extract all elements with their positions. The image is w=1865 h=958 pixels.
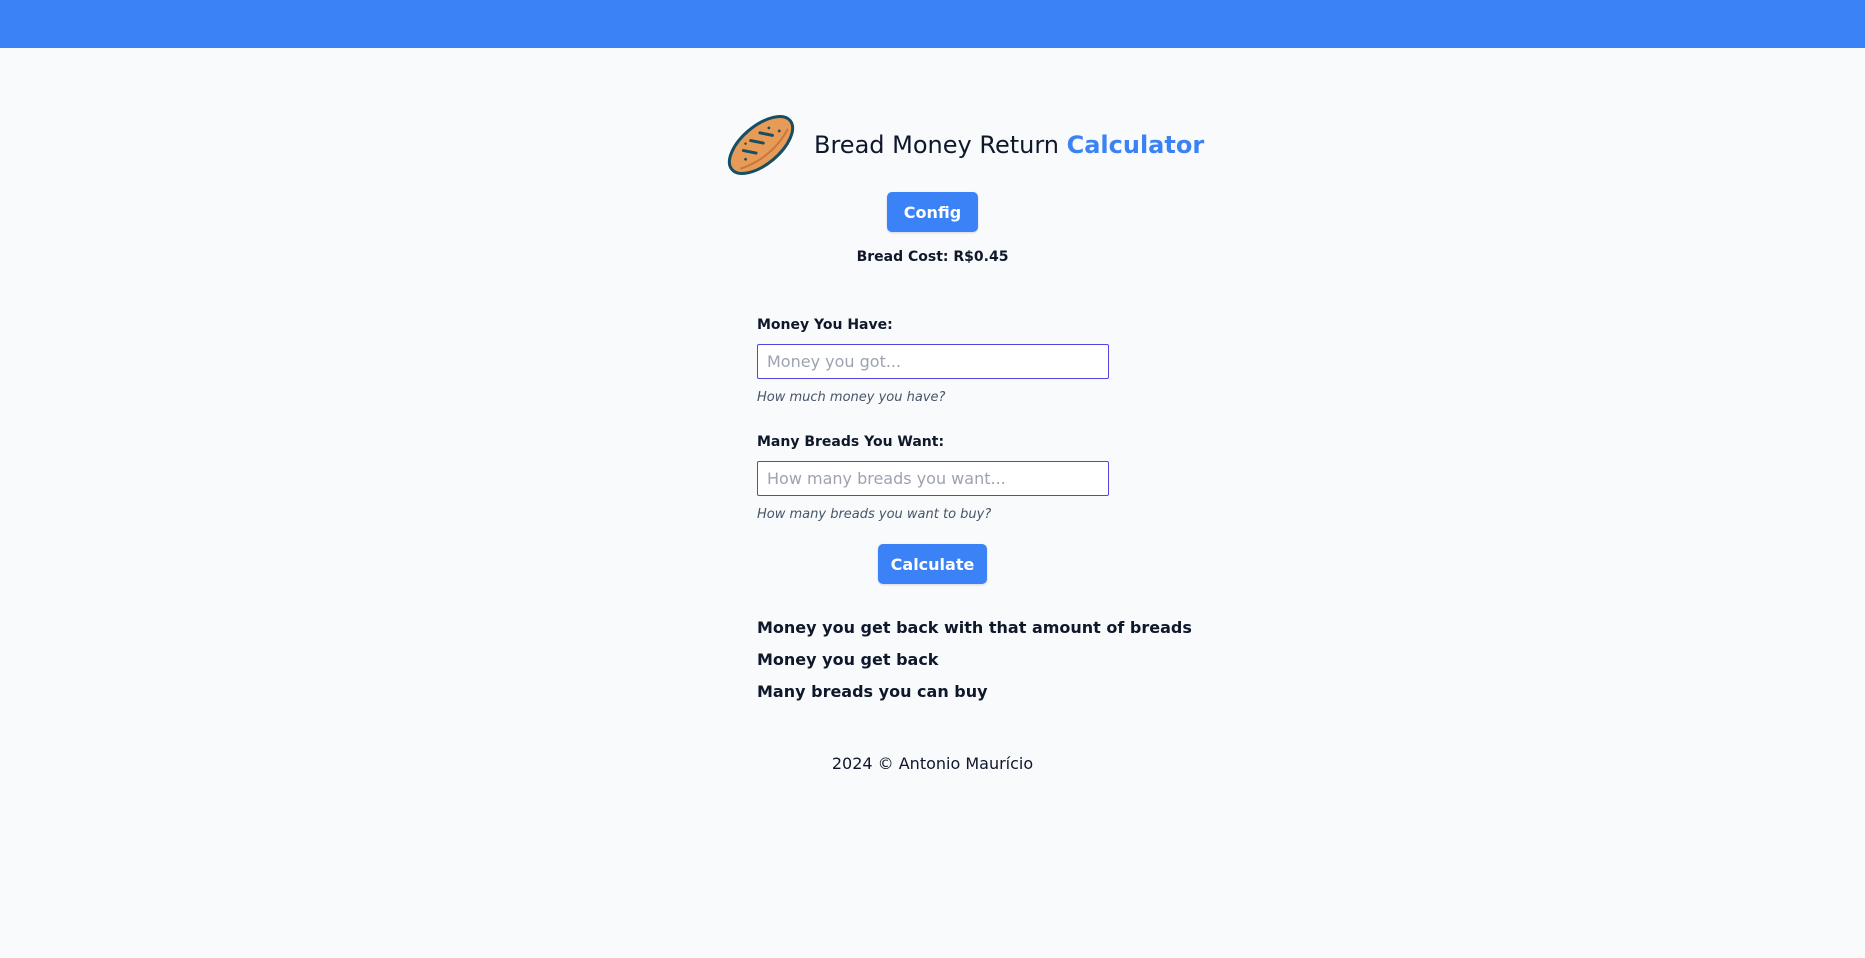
- result-money-back-with-amount: Money you get back with that amount of b…: [757, 618, 1192, 637]
- page-title: Bread Money Return Calculator: [814, 131, 1204, 159]
- money-input[interactable]: [757, 344, 1109, 379]
- top-bar: [0, 0, 1865, 48]
- breads-field-group: Many Breads You Want: How many breads yo…: [757, 433, 1109, 524]
- result-breads-can-buy: Many breads you can buy: [757, 682, 988, 701]
- calculator-form: Money You Have: How much money you have?…: [757, 316, 1109, 524]
- results-section: Money you get back with that amount of b…: [757, 616, 1192, 712]
- calculate-button[interactable]: Calculate: [878, 544, 987, 584]
- bread-icon: [727, 115, 795, 175]
- breads-help-text: How many breads you want to buy?: [757, 507, 992, 522]
- money-help-text: How much money you have?: [757, 390, 946, 405]
- footer-copyright: 2024 © Antonio Maurício: [831, 754, 1034, 773]
- breads-input[interactable]: [757, 461, 1109, 496]
- page-title-main: Bread Money Return: [814, 131, 1067, 159]
- page-title-accent: Calculator: [1066, 131, 1205, 159]
- breads-label: Many Breads You Want:: [757, 434, 945, 450]
- money-field-group: Money You Have: How much money you have?: [757, 316, 1109, 407]
- money-label: Money You Have:: [757, 317, 893, 333]
- result-money-back: Money you get back: [757, 650, 939, 669]
- bread-cost-label: Bread Cost: R$0.45: [856, 249, 1009, 265]
- page-header: Bread Money Return Calculator: [720, 104, 1204, 186]
- config-button[interactable]: Config: [887, 192, 978, 232]
